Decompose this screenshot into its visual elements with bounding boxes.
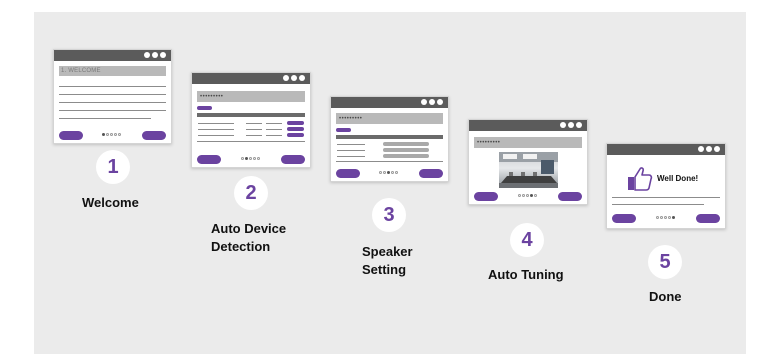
step-3-window: •••••••••	[330, 96, 449, 182]
page-indicator	[518, 194, 537, 197]
page-indicator	[656, 216, 675, 219]
divider	[197, 141, 305, 142]
step-1-number: 1	[96, 150, 130, 184]
table-row	[246, 135, 262, 136]
screen-title: •••••••••	[200, 94, 224, 100]
step-4-label: Auto Tuning	[488, 267, 564, 282]
screen-title: •••••••••	[477, 140, 501, 146]
divider	[336, 161, 443, 162]
table-row	[246, 129, 262, 130]
step-1-window: 1. WELCOME	[53, 49, 172, 144]
back-button[interactable]	[612, 214, 636, 223]
conference-room-illustration	[499, 152, 558, 188]
step-3-number: 3	[372, 198, 406, 232]
step-2-window: •••••••••	[191, 72, 311, 168]
speaker-slider[interactable]	[383, 148, 429, 152]
table-row	[198, 129, 234, 130]
step-5-window: Well Done!	[606, 143, 726, 229]
table-header	[336, 135, 443, 139]
section-tag	[197, 106, 212, 110]
next-button[interactable]	[558, 192, 582, 201]
step-2-label: Auto Device Detection	[211, 221, 287, 254]
text-line	[59, 94, 166, 95]
table-row	[337, 150, 365, 151]
text-line	[612, 204, 704, 205]
window-controls-icon	[421, 99, 443, 106]
window-controls-icon	[560, 122, 582, 129]
page-indicator	[102, 133, 121, 136]
table-row	[266, 135, 282, 136]
back-button[interactable]	[474, 192, 498, 201]
page-indicator	[241, 157, 260, 160]
window-controls-icon	[698, 146, 720, 153]
background-panel: 1. WELCOME ••••••••• ••••••••• •••••••••…	[34, 12, 746, 354]
window-controls-icon	[144, 52, 166, 59]
back-button[interactable]	[197, 155, 221, 164]
text-line	[59, 110, 166, 111]
window-titlebar	[54, 50, 171, 61]
table-header	[197, 113, 305, 117]
window-controls-icon	[283, 75, 305, 82]
table-row	[337, 144, 365, 145]
page-indicator	[379, 171, 398, 174]
step-4-number: 4	[510, 223, 544, 257]
next-button[interactable]	[281, 155, 305, 164]
speaker-slider[interactable]	[383, 154, 429, 158]
next-button[interactable]	[419, 169, 443, 178]
step-1-label: Welcome	[82, 195, 139, 210]
back-button[interactable]	[336, 169, 360, 178]
done-message: Well Done!	[657, 174, 699, 183]
step-3-label: Speaker Setting	[362, 244, 413, 277]
window-titlebar	[607, 144, 725, 155]
text-line	[59, 102, 166, 103]
thumbs-up-icon	[628, 167, 653, 191]
text-line	[59, 86, 166, 87]
window-titlebar	[192, 73, 310, 84]
table-row	[337, 156, 365, 157]
row-action-button[interactable]	[287, 127, 304, 131]
table-row	[266, 129, 282, 130]
text-line	[59, 118, 151, 119]
next-button[interactable]	[142, 131, 166, 140]
window-titlebar	[469, 120, 587, 131]
step-5-number: 5	[648, 245, 682, 279]
window-titlebar	[331, 97, 448, 108]
conference-room-image	[499, 152, 558, 188]
back-button[interactable]	[59, 131, 83, 140]
speaker-slider[interactable]	[383, 142, 429, 146]
finish-button[interactable]	[696, 214, 720, 223]
table-row	[198, 123, 234, 124]
step-2-number: 2	[234, 176, 268, 210]
step-4-window: •••••••••	[468, 119, 588, 205]
step-5-label: Done	[649, 289, 682, 304]
row-action-button[interactable]	[287, 133, 304, 137]
screen-title: 1. WELCOME	[61, 68, 101, 74]
text-line	[612, 197, 720, 198]
table-row	[246, 123, 262, 124]
table-row	[198, 135, 234, 136]
section-tag	[336, 128, 351, 132]
screen-title: •••••••••	[339, 116, 363, 122]
row-action-button[interactable]	[287, 121, 304, 125]
table-row	[266, 123, 282, 124]
